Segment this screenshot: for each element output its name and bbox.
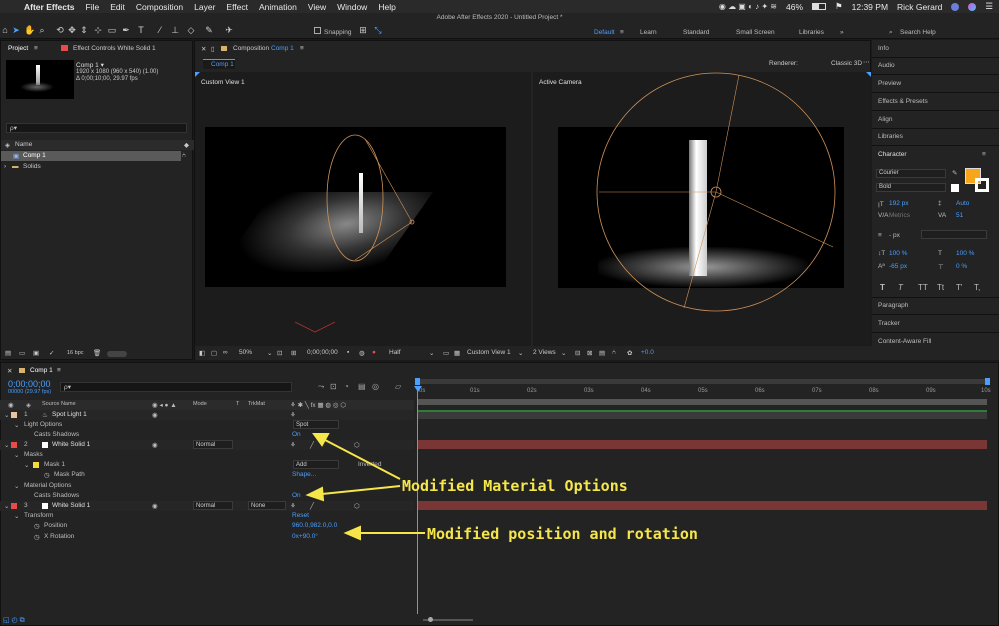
- annotation-arrows: [305, 433, 425, 541]
